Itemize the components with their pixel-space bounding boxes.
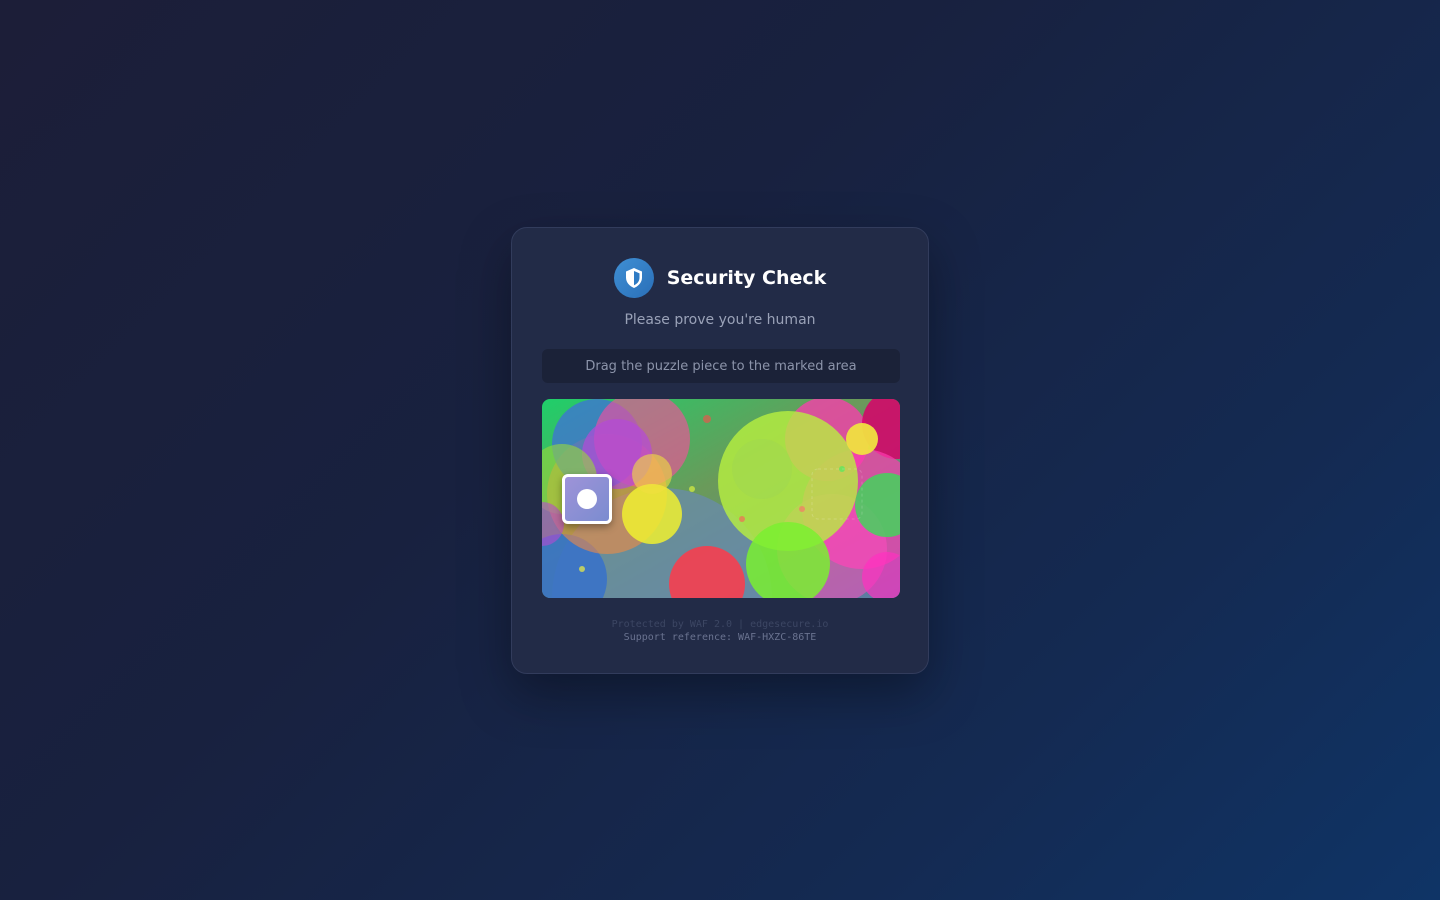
- shield-icon: [613, 258, 654, 298]
- puzzle-piece-dot: [577, 489, 597, 509]
- protected-by-text: Protected by WAF 2.0 | edgesecure.io: [611, 619, 829, 630]
- support-reference: Support reference: WAF-HXZC-86TE: [623, 632, 817, 643]
- captcha-header: Security Check: [512, 258, 928, 298]
- captcha-footer: Protected by WAF 2.0 | edgesecure.io Sup…: [512, 618, 928, 644]
- instruction-text: Drag the puzzle piece to the marked area: [585, 358, 857, 374]
- subtitle: Please prove you're human: [624, 312, 816, 328]
- page-title: Security Check: [666, 267, 827, 289]
- puzzle-piece-handle[interactable]: [562, 474, 612, 524]
- captcha-card: Security Check Please prove you're human…: [511, 227, 929, 674]
- instruction-banner: Drag the puzzle piece to the marked area: [542, 349, 900, 383]
- puzzle-canvas[interactable]: [542, 399, 900, 598]
